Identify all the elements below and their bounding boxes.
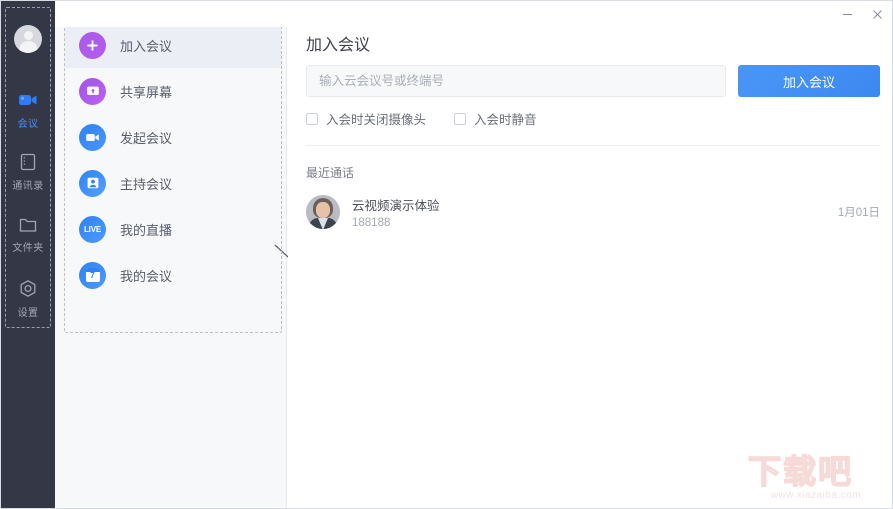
option-mute-audio[interactable]: 入会时静音 xyxy=(454,109,537,128)
video-camera-icon xyxy=(17,89,39,111)
folder-icon xyxy=(17,213,39,235)
plus-icon xyxy=(79,31,106,59)
share-screen-icon xyxy=(79,77,106,105)
sidebar-item-folder[interactable]: 文件夹 xyxy=(1,213,55,254)
option-label: 入会时静音 xyxy=(474,113,537,127)
left-nav-rail: 会议 通讯录 文件夹 设置 xyxy=(1,1,55,508)
app-window: 会议 通讯录 文件夹 设置 加入会议 共享屏幕 发起会议 主持会议 LIVE 我… xyxy=(0,0,893,509)
feature-item-join-meeting[interactable]: 加入会议 xyxy=(65,22,281,68)
join-meeting-button[interactable]: 加入会议 xyxy=(738,65,880,97)
recent-call-row[interactable]: 云视频演示体验 188188 1月01日 xyxy=(306,190,880,234)
host-meeting-icon xyxy=(79,169,106,197)
user-avatar[interactable] xyxy=(14,25,42,53)
join-options-row: 入会时关闭摄像头 入会时静音 xyxy=(306,109,537,128)
recent-calls-heading: 最近通话 xyxy=(306,166,355,180)
feature-item-start-meeting[interactable]: 发起会议 xyxy=(65,114,281,160)
sidebar-item-meeting[interactable]: 会议 xyxy=(1,89,55,130)
join-meeting-row: 加入会议 xyxy=(306,65,880,97)
feature-item-share-screen[interactable]: 共享屏幕 xyxy=(65,68,281,114)
start-meeting-icon xyxy=(79,123,106,151)
checkbox-mute-audio[interactable] xyxy=(454,112,467,125)
calendar-icon: 7 xyxy=(79,261,106,289)
contact-meta: 云视频演示体验 188188 xyxy=(352,195,440,229)
close-button[interactable] xyxy=(862,1,892,27)
feature-item-my-meetings[interactable]: 7 我的会议 xyxy=(65,252,281,298)
feature-list: 加入会议 共享屏幕 发起会议 主持会议 LIVE 我的直播 7 我的会议 xyxy=(65,22,281,298)
contact-name: 云视频演示体验 xyxy=(352,199,440,213)
sidebar-item-contacts[interactable]: 通讯录 xyxy=(1,151,55,192)
settings-icon xyxy=(17,278,39,300)
main-content: 加入会议 加入会议 入会时关闭摄像头 入会时静音 最近通话 云视频演示体验 xyxy=(288,27,892,508)
contacts-icon xyxy=(17,151,39,173)
meeting-number-input[interactable] xyxy=(306,65,726,97)
live-icon: LIVE xyxy=(79,215,106,243)
title-bar xyxy=(55,1,892,27)
page-title: 加入会议 xyxy=(306,37,371,54)
feature-item-label: 共享屏幕 xyxy=(120,84,173,100)
sidebar-item-label: 会议 xyxy=(17,119,39,130)
option-disable-camera[interactable]: 入会时关闭摄像头 xyxy=(306,109,426,128)
contact-id: 188188 xyxy=(352,217,391,229)
section-divider xyxy=(306,145,880,146)
feature-item-label: 主持会议 xyxy=(120,176,173,192)
option-label: 入会时关闭摄像头 xyxy=(326,113,427,127)
feature-item-label: 我的会议 xyxy=(120,268,173,284)
sidebar-item-label: 设置 xyxy=(17,308,39,319)
sidebar-item-settings[interactable]: 设置 xyxy=(1,278,55,319)
call-date: 1月01日 xyxy=(837,207,880,219)
checkbox-disable-camera[interactable] xyxy=(306,112,318,125)
minimize-button[interactable] xyxy=(832,1,862,27)
sidebar-item-label: 通讯录 xyxy=(12,181,44,192)
feature-item-my-live[interactable]: LIVE 我的直播 xyxy=(65,206,281,252)
feature-item-label: 发起会议 xyxy=(120,130,173,146)
feature-list-panel: 加入会议 共享屏幕 发起会议 主持会议 LIVE 我的直播 7 我的会议 xyxy=(55,1,287,508)
feature-item-label: 加入会议 xyxy=(120,38,173,54)
feature-item-label: 我的直播 xyxy=(120,222,173,238)
feature-item-host-meeting[interactable]: 主持会议 xyxy=(65,160,281,206)
contact-avatar xyxy=(306,195,340,229)
sidebar-item-label: 文件夹 xyxy=(12,243,44,254)
